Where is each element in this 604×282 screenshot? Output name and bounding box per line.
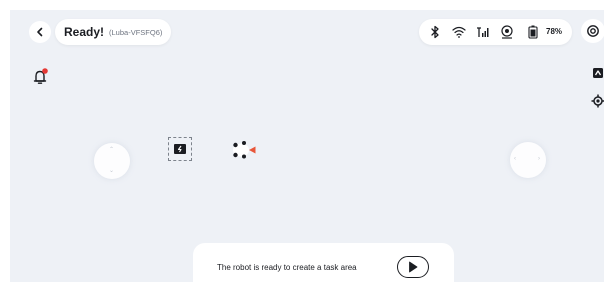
task-prompt-message: The robot is ready to create a task area [217, 263, 357, 272]
map-view-button[interactable] [590, 65, 604, 81]
chevron-left-icon: ‹ [514, 156, 516, 162]
battery-percentage: 78% [546, 27, 563, 36]
mower-robot-icon [230, 139, 260, 166]
settings-button[interactable] [581, 19, 604, 43]
status-title-pill: Ready! (Luba-VFSFQ6) [55, 19, 172, 45]
connection-status-bar[interactable]: 78% [419, 19, 572, 45]
back-button[interactable] [29, 21, 51, 43]
robot-marker[interactable] [230, 139, 260, 161]
device-name: (Luba-VFSFQ6) [109, 27, 163, 37]
wifi-icon [451, 24, 467, 40]
start-task-button[interactable] [397, 256, 429, 278]
chevron-down-icon: ⌄ [109, 168, 115, 174]
notification-button[interactable] [31, 67, 51, 87]
play-icon [408, 261, 418, 273]
locate-icon [591, 94, 604, 108]
map-view-icon [592, 67, 604, 79]
right-joystick[interactable]: ‹ › [510, 142, 546, 178]
chevron-up-icon: ⌃ [109, 147, 115, 153]
left-joystick[interactable]: ⌃ ⌄ [94, 143, 130, 179]
task-prompt-panel: The robot is ready to create a task area [193, 243, 454, 282]
charging-station-marker[interactable] [168, 137, 192, 161]
battery-icon [525, 24, 541, 40]
settings-icon [586, 24, 600, 38]
page-title: Ready! [64, 25, 105, 39]
cellular-signal-icon [475, 24, 491, 40]
bluetooth-icon [427, 24, 443, 40]
bell-icon [31, 67, 51, 92]
charging-station-icon [173, 143, 187, 155]
gps-icon [499, 24, 515, 40]
chevron-left-icon [35, 27, 45, 37]
app-screen: Ready! (Luba-VFSFQ6) 78% ⌃ ⌄ ‹ › The rob… [10, 10, 604, 282]
chevron-right-icon: › [538, 156, 540, 162]
locate-button[interactable] [590, 93, 604, 109]
